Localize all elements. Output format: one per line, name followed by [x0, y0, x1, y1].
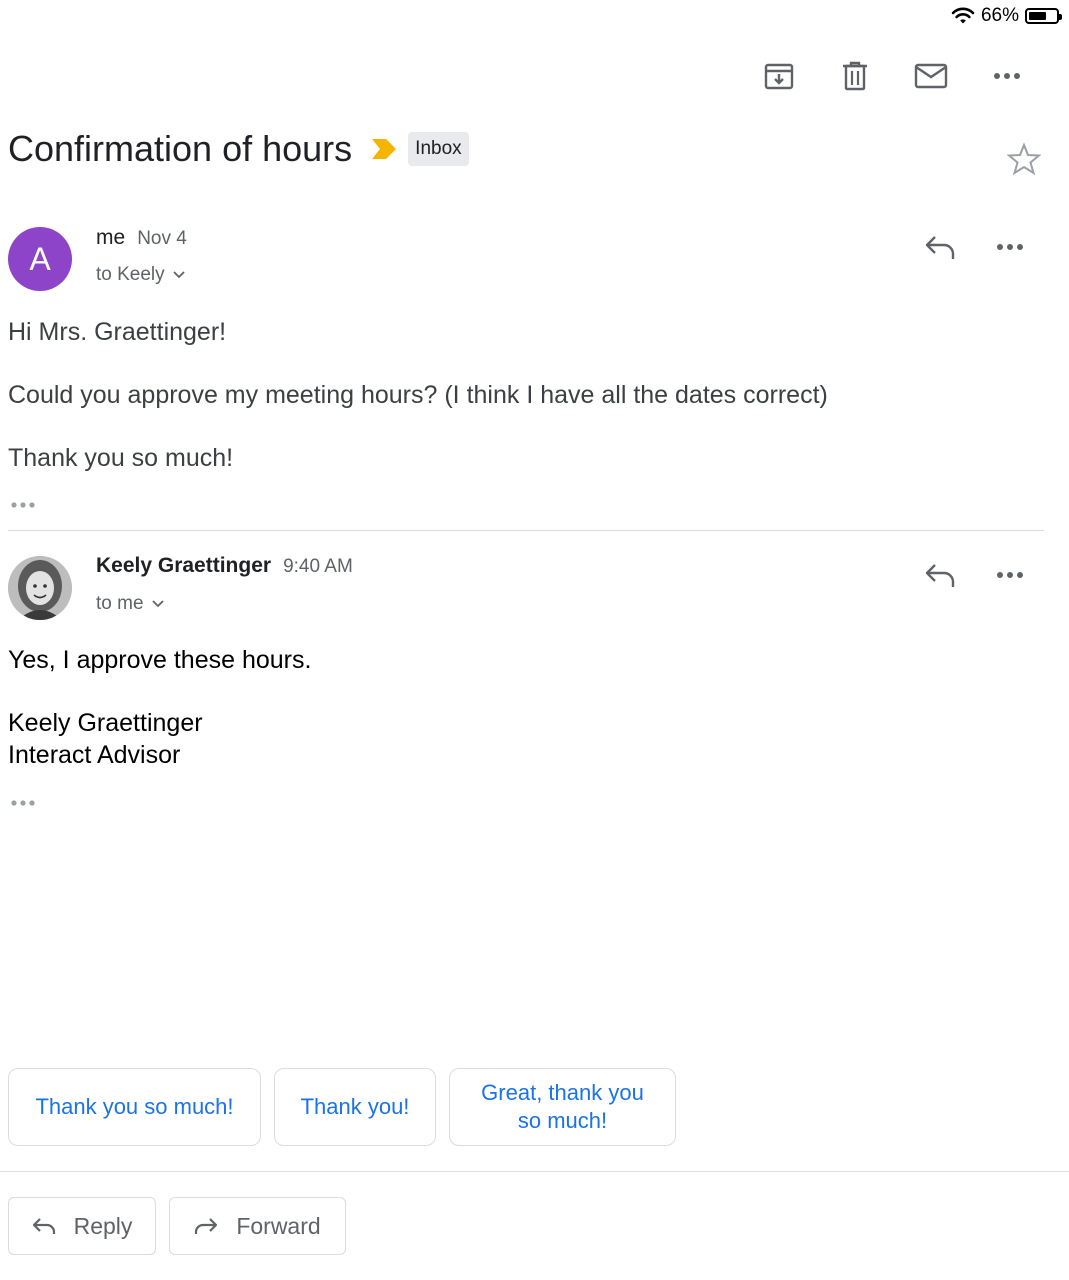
- message-body-line: Yes, I approve these hours.: [8, 646, 312, 674]
- chevron-down-icon: [151, 600, 164, 608]
- message-body-line: Thank you so much!: [8, 444, 234, 472]
- delete-button[interactable]: [817, 56, 893, 96]
- recipient-details-toggle[interactable]: to Keely: [96, 264, 185, 286]
- message-divider: [8, 530, 1044, 531]
- profile-photo: [8, 556, 72, 620]
- sender-name: me: [96, 226, 126, 249]
- smart-reply-chip[interactable]: Thank you so much!: [8, 1068, 261, 1146]
- ellipsis-icon: [11, 502, 35, 508]
- reply-button[interactable]: [905, 555, 975, 595]
- smart-reply-chip[interactable]: Thank you!: [274, 1068, 436, 1146]
- inbox-label[interactable]: Inbox: [408, 132, 469, 166]
- reply-label: Reply: [73, 1212, 133, 1239]
- bottom-action-bar: Reply Forward: [8, 1197, 346, 1255]
- more-options-button[interactable]: [975, 227, 1045, 267]
- smart-reply-chip[interactable]: Great, thank you so much!: [449, 1068, 676, 1146]
- reply-icon: [32, 1218, 55, 1234]
- star-icon: [1006, 142, 1042, 176]
- recipient-text: to Keely: [96, 264, 165, 285]
- forward-button[interactable]: Forward: [169, 1197, 346, 1255]
- smart-reply-bar: Thank you so much! Thank you! Great, tha…: [8, 1068, 676, 1146]
- show-trimmed-content-button[interactable]: [10, 794, 38, 812]
- more-options-button[interactable]: [975, 555, 1045, 595]
- subject-row: Confirmation of hours Inbox: [8, 128, 469, 170]
- recipient-details-toggle[interactable]: to me: [96, 593, 164, 615]
- star-button[interactable]: [1006, 142, 1042, 181]
- forward-label: Forward: [236, 1212, 321, 1239]
- importance-marker-icon[interactable]: [370, 137, 398, 161]
- more-icon: [997, 244, 1023, 250]
- message-body-line: Could you approve my meeting hours? (I t…: [8, 381, 828, 409]
- chevron-down-icon: [173, 271, 185, 279]
- bottom-divider: [0, 1171, 1069, 1172]
- status-bar: 66%: [951, 2, 1062, 30]
- message-header: me Nov 4: [96, 226, 187, 250]
- reply-bottom-button[interactable]: Reply: [8, 1197, 156, 1255]
- avatar[interactable]: A: [8, 227, 72, 291]
- reply-button[interactable]: [905, 227, 975, 267]
- archive-icon: [764, 63, 794, 90]
- message-actions: [905, 227, 1045, 267]
- battery-icon: [1025, 8, 1062, 24]
- reply-icon: [925, 564, 955, 587]
- battery-fill: [1029, 12, 1047, 20]
- signature-title: Interact Advisor: [8, 741, 181, 769]
- more-options-button[interactable]: [969, 56, 1045, 96]
- message-header: Keely Graettinger 9:40 AM: [96, 554, 353, 578]
- mark-unread-button[interactable]: [893, 56, 969, 96]
- message-date: 9:40 AM: [283, 556, 353, 577]
- recipient-text: to me: [96, 593, 144, 614]
- more-icon: [994, 73, 1020, 79]
- archive-button[interactable]: [741, 56, 817, 96]
- reply-icon: [925, 236, 955, 259]
- message-actions: [905, 555, 1045, 595]
- message-date: Nov 4: [137, 228, 187, 249]
- battery-percentage: 66%: [980, 5, 1019, 26]
- forward-icon: [195, 1218, 218, 1234]
- avatar[interactable]: [8, 556, 72, 620]
- sender-name: Keely Graettinger: [96, 554, 272, 577]
- wifi-icon: [951, 7, 975, 24]
- mail-icon: [914, 63, 948, 89]
- subject-title: Confirmation of hours: [8, 128, 353, 169]
- signature-name: Keely Graettinger: [8, 709, 203, 737]
- show-trimmed-content-button[interactable]: [10, 496, 38, 514]
- ellipsis-icon: [11, 800, 35, 806]
- more-icon: [997, 572, 1023, 578]
- trash-icon: [843, 61, 867, 91]
- message-toolbar: [741, 56, 1045, 96]
- message-body-line: Hi Mrs. Graettinger!: [8, 318, 227, 346]
